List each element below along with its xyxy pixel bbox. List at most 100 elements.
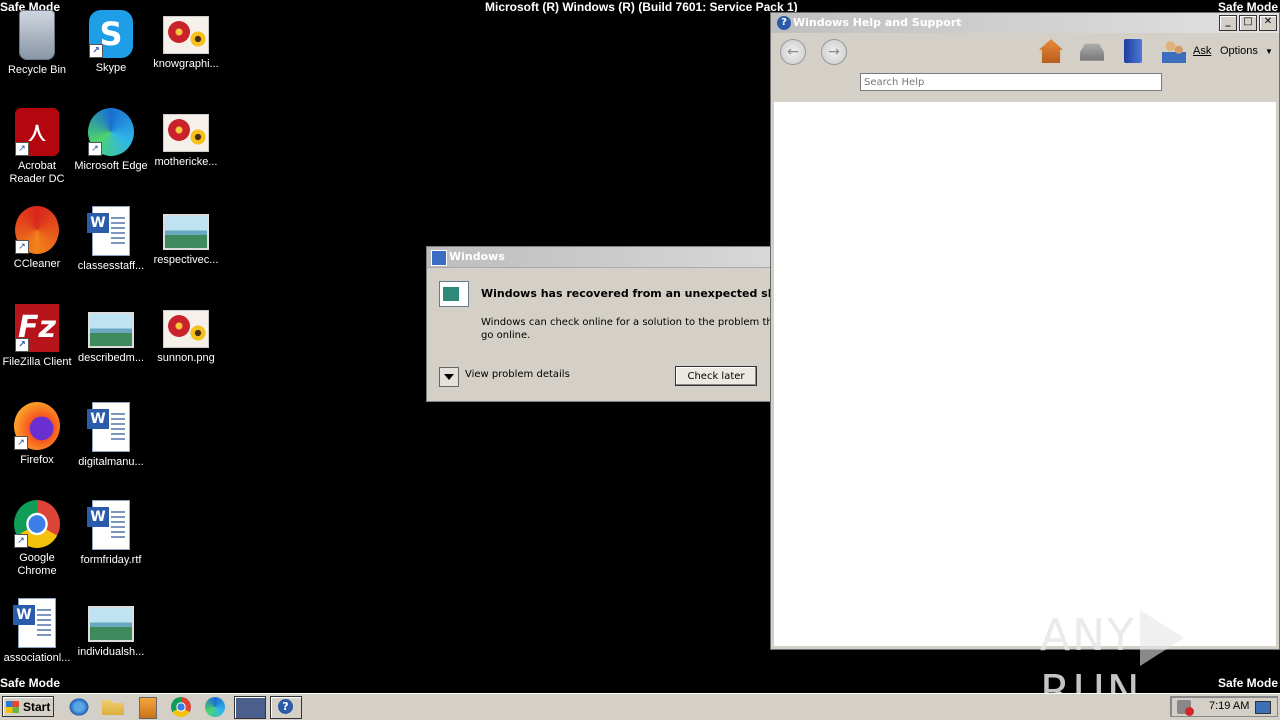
media-player-icon[interactable] xyxy=(139,697,157,719)
word-document-icon: W xyxy=(87,500,130,550)
desktop-icon-label: Recycle Bin xyxy=(7,64,67,76)
chrome-taskbar-icon[interactable] xyxy=(171,697,191,717)
forward-button[interactable]: → xyxy=(821,39,847,65)
desktop-icon-knowgraphi[interactable]: knowgraphi... xyxy=(149,8,223,71)
home-icon[interactable] xyxy=(1039,39,1063,63)
browse-help-icon[interactable] xyxy=(1124,39,1142,63)
firefox-icon: ↗ xyxy=(14,402,60,450)
image-file-icon xyxy=(163,114,209,152)
desktop-icon-firefox[interactable]: ↗ Firefox xyxy=(0,400,74,467)
watermark-left-text: ANY xyxy=(1040,610,1136,661)
search-help-input[interactable] xyxy=(860,73,1162,91)
ask-icon[interactable] xyxy=(1162,39,1186,63)
desktop-icon-ccleaner[interactable]: ↗ CCleaner xyxy=(0,204,74,271)
dialog-title: Windows xyxy=(449,250,505,263)
back-button[interactable]: ← xyxy=(780,39,806,65)
desktop-icon-formfriday[interactable]: W formfriday.rtf xyxy=(74,498,148,567)
taskbar: Start 7:19 AM xyxy=(0,693,1280,720)
desktop-icon-label: knowgraphi... xyxy=(153,58,219,70)
image-file-icon xyxy=(163,310,209,348)
desktop-icon-label: Microsoft Edge xyxy=(74,160,148,172)
help-icon: ? xyxy=(777,16,791,30)
details-toggle-button[interactable] xyxy=(439,367,459,387)
word-document-icon: W xyxy=(87,402,130,452)
desktop-icon-digitalmanu[interactable]: W digitalmanu... xyxy=(74,400,148,469)
desktop-icon-edge[interactable]: ↗ Microsoft Edge xyxy=(74,106,148,173)
clock[interactable]: 7:19 AM xyxy=(1209,700,1249,712)
shortcut-arrow-icon: ↗ xyxy=(14,436,28,450)
shortcut-arrow-icon: ↗ xyxy=(15,338,29,352)
desktop-icon-label: FileZilla Client xyxy=(2,356,72,368)
dialog-heading: Windows has recovered from an unexpected… xyxy=(481,287,774,300)
help-window-title: Windows Help and Support xyxy=(793,16,962,29)
close-button[interactable]: ✕ xyxy=(1259,15,1277,31)
window-controls: _ □ ✕ xyxy=(1219,15,1277,31)
shortcut-arrow-icon: ↗ xyxy=(88,142,102,156)
options-menu[interactable]: Options ▼ xyxy=(1220,45,1273,57)
desktop-icon-label: individualsh... xyxy=(77,646,145,658)
maximize-button[interactable]: □ xyxy=(1239,15,1257,31)
desktop-icon-label: associationl... xyxy=(3,652,71,664)
desktop-icon-sunnon[interactable]: sunnon.png xyxy=(149,302,223,365)
filezilla-icon: Fz ↗ xyxy=(15,304,59,352)
desktop-icon-label: respectivec... xyxy=(153,254,219,266)
show-desktop-icon[interactable] xyxy=(1255,701,1271,714)
print-icon[interactable] xyxy=(1080,43,1104,61)
desktop-icon-label: CCleaner xyxy=(13,258,61,270)
image-file-icon xyxy=(163,214,209,250)
help-support-window: ? Windows Help and Support _ □ ✕ ← → Ask… xyxy=(770,12,1280,650)
problem-report-icon xyxy=(439,281,469,307)
help-title-bar[interactable]: ? Windows Help and Support _ □ ✕ xyxy=(771,13,1279,33)
skype-icon: S ↗ xyxy=(89,10,133,58)
options-label: Options xyxy=(1220,45,1258,57)
desktop-icon-label: sunnon.png xyxy=(157,352,215,364)
desktop-icon-label: Google Chrome xyxy=(17,552,57,577)
dialog-title-bar[interactable]: Windows xyxy=(427,247,773,268)
minimize-button[interactable]: _ xyxy=(1219,15,1237,31)
desktop-icon-mothericke[interactable]: mothericke... xyxy=(149,106,223,169)
start-button[interactable]: Start xyxy=(2,696,54,717)
desktop-icon-label: formfriday.rtf xyxy=(80,554,142,566)
desktop-icon-respectivec[interactable]: respectivec... xyxy=(149,204,223,267)
desktop-icon-label: Acrobat Reader DC xyxy=(9,160,65,185)
play-icon xyxy=(1139,610,1184,666)
help-toolbar: ← → Ask Options ▼ xyxy=(771,33,1279,69)
edge-icon: ↗ xyxy=(88,108,134,156)
desktop-icon-chrome[interactable]: ↗ Google Chrome xyxy=(0,498,74,578)
desktop-icon-recycle-bin[interactable]: Recycle Bin xyxy=(0,8,74,77)
build-string: Microsoft (R) Windows (R) (Build 7601: S… xyxy=(485,0,798,14)
ccleaner-icon: ↗ xyxy=(15,206,59,254)
word-document-icon: W xyxy=(13,598,56,648)
windows-dialog-taskbar-button[interactable] xyxy=(234,696,266,719)
check-later-button[interactable]: Check later xyxy=(675,366,757,386)
desktop-icon-classesstaff[interactable]: W classesstaff... xyxy=(74,204,148,273)
desktop-icon-skype[interactable]: S ↗ Skype xyxy=(74,8,148,75)
recovery-dialog: Windows Windows has recovered from an un… xyxy=(426,246,774,402)
internet-explorer-icon[interactable] xyxy=(68,697,90,717)
image-file-icon xyxy=(88,312,134,348)
dialog-message: Windows can check online for a solution … xyxy=(481,316,774,342)
desktop-icon-associationl[interactable]: W associationl... xyxy=(0,596,74,665)
view-problem-details-label[interactable]: View problem details xyxy=(465,369,570,380)
windows-logo-icon xyxy=(431,250,447,266)
help-support-taskbar-button[interactable] xyxy=(270,696,302,719)
ask-button[interactable]: Ask xyxy=(1193,45,1211,57)
desktop-icon-describedm[interactable]: describedm... xyxy=(74,302,148,365)
acrobat-icon: ⋏ ↗ xyxy=(15,108,59,156)
chevron-down-icon: ▼ xyxy=(1264,47,1273,56)
desktop-icon-individualsh[interactable]: individualsh... xyxy=(74,596,148,659)
dialog-message-line-1: Windows can check online for a solution … xyxy=(481,317,774,328)
shortcut-arrow-icon: ↗ xyxy=(14,534,28,548)
word-document-icon: W xyxy=(87,206,130,256)
edge-taskbar-icon[interactable] xyxy=(205,697,225,717)
action-center-alert-icon[interactable] xyxy=(1177,700,1194,716)
explorer-folder-icon[interactable] xyxy=(102,700,124,715)
safe-mode-label-bottom-left: Safe Mode xyxy=(0,676,61,690)
windows-flag-icon xyxy=(6,701,19,713)
image-file-icon xyxy=(163,16,209,54)
chrome-icon: ↗ xyxy=(14,500,60,548)
shortcut-arrow-icon: ↗ xyxy=(89,44,103,58)
dialog-message-line-2: go online. xyxy=(481,330,531,341)
desktop-icon-filezilla[interactable]: Fz ↗ FileZilla Client xyxy=(0,302,74,369)
desktop-icon-acrobat[interactable]: ⋏ ↗ Acrobat Reader DC xyxy=(0,106,74,186)
